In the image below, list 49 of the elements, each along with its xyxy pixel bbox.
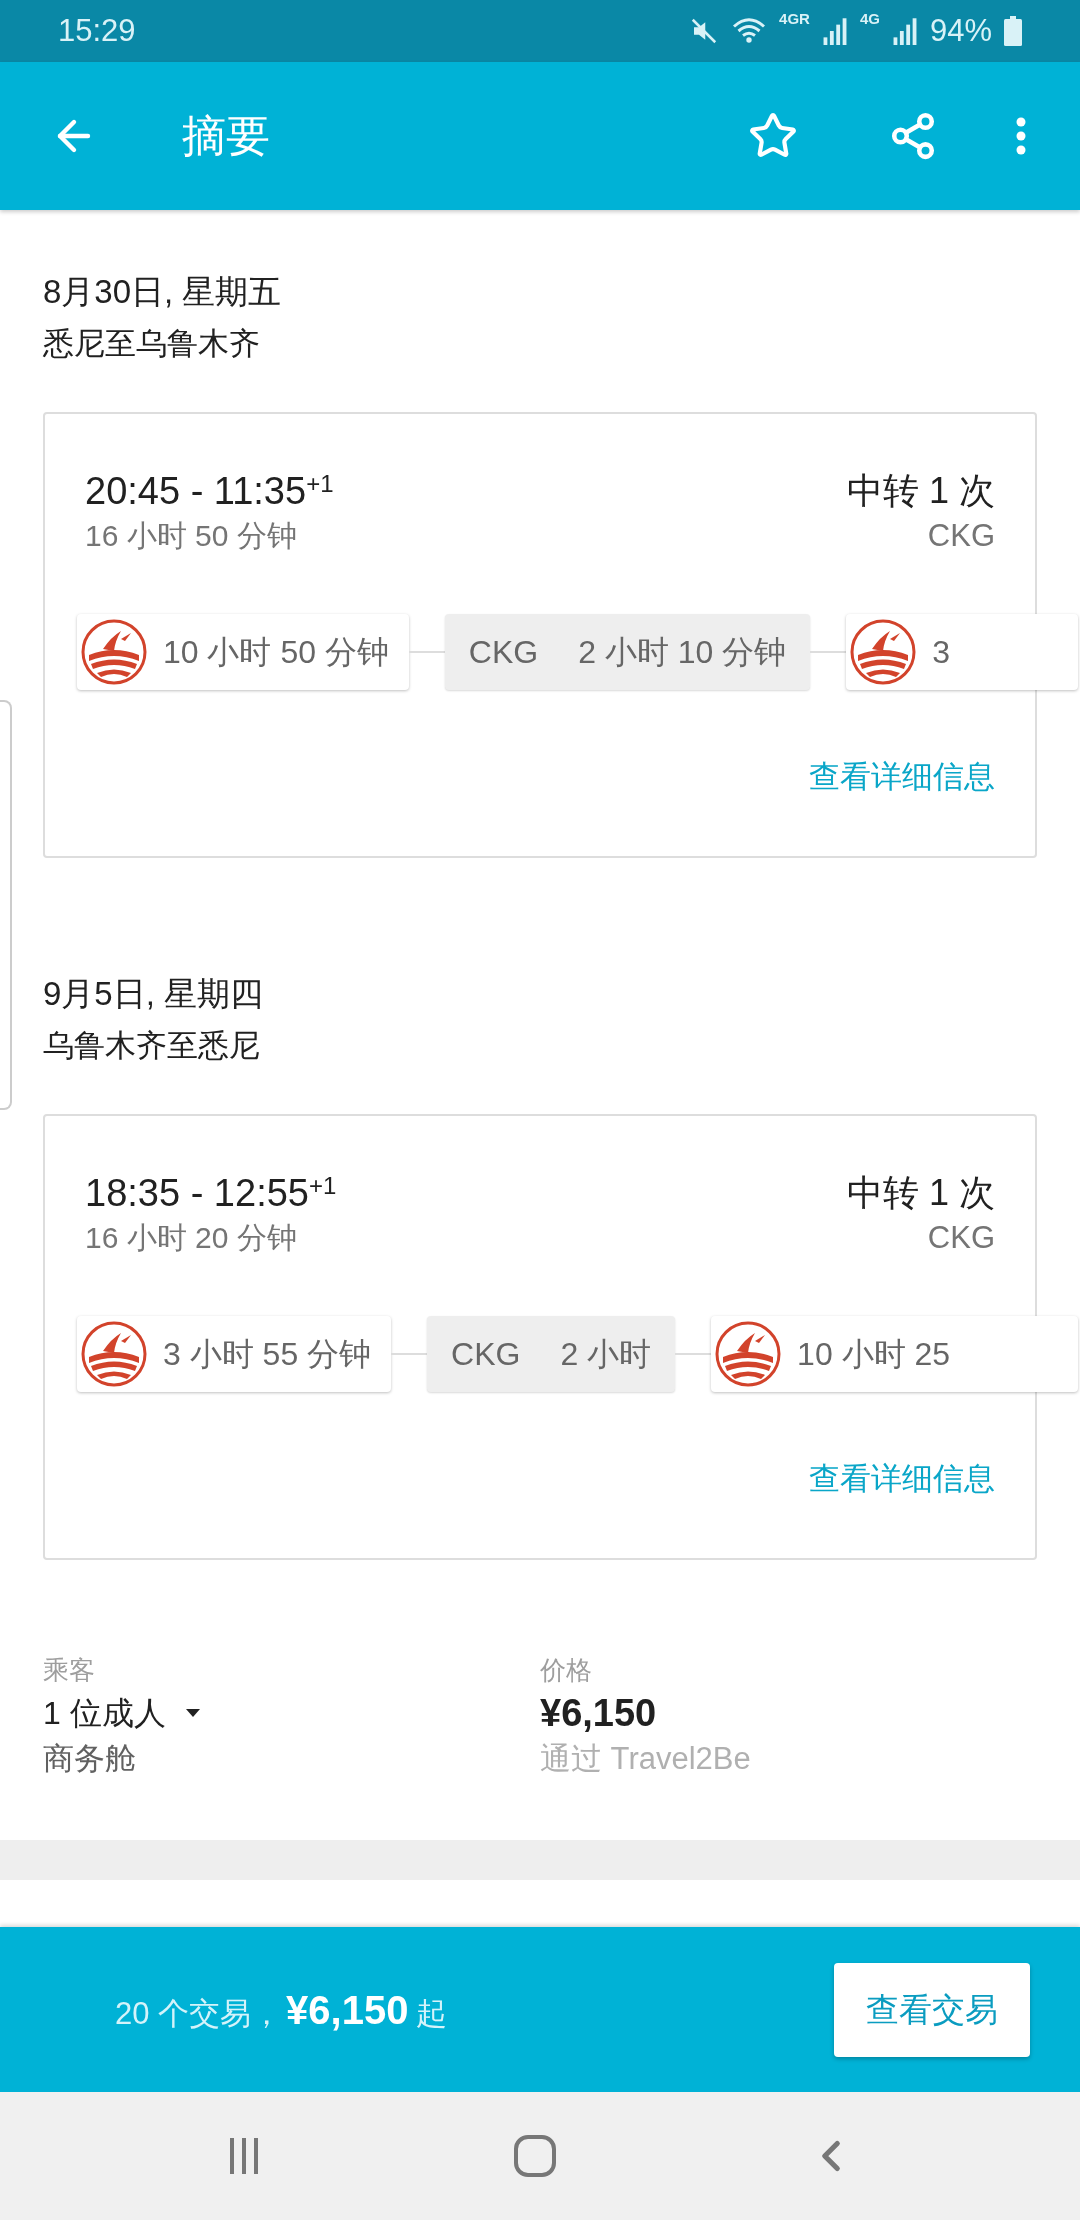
trip-date: 9月5日, 星期四	[43, 974, 265, 1014]
trip-route: 悉尼至乌鲁木齐	[43, 325, 261, 363]
total-duration: 16 小时 20 分钟	[85, 1220, 298, 1256]
passengers-dropdown[interactable]: 1 位成人	[43, 1690, 200, 1736]
segment-duration: 10 小时 50 分钟	[163, 633, 389, 672]
battery-percent: 94%	[929, 11, 992, 50]
segment-duration: 10 小时 25	[797, 1335, 951, 1374]
trip-date: 8月30日, 星期五	[43, 272, 283, 312]
price-label: 价格	[540, 1654, 593, 1687]
network-type: 4GR	[779, 8, 810, 29]
deals-count: 20 个交易，	[115, 1994, 283, 2033]
flight-times: 20:45 - 11:35$^{+1}$	[85, 469, 334, 514]
segment-duration: 3 小时 55 分钟	[163, 1335, 372, 1374]
price: ¥6,150	[540, 1691, 658, 1736]
more-icon	[1016, 117, 1026, 155]
stopover-airport: CKG	[927, 1219, 995, 1257]
layover-airport: CKG	[451, 1335, 521, 1374]
passengers-label: 乘客	[43, 1654, 96, 1687]
bird-logo-icon	[715, 1321, 782, 1387]
signal-icon	[821, 17, 848, 45]
stops-count: 中转 1 次	[846, 1171, 995, 1215]
cabin-class: 商务舱	[43, 1740, 137, 1778]
status-time: 15:29	[58, 11, 136, 50]
network-type: 4G	[859, 8, 880, 29]
stopover-airport: CKG	[927, 517, 995, 555]
view-details-link[interactable]: 查看详细信息	[809, 754, 995, 801]
segment-duration: 3	[932, 633, 951, 672]
layover-duration: 2 小时	[560, 1335, 652, 1374]
total-duration: 16 小时 50 分钟	[85, 518, 298, 554]
view-deals-button[interactable]: 查看交易	[834, 1962, 1030, 2057]
bird-logo-icon	[850, 619, 917, 685]
screen-title: 摘要	[182, 110, 270, 162]
home-icon[interactable]	[513, 2134, 557, 2178]
layover-airport: CKG	[468, 633, 539, 672]
drawer-handle[interactable]	[0, 700, 12, 1110]
booking-provider: 通过 Travel2Be	[540, 1740, 752, 1778]
dropdown-caret-icon	[185, 1709, 200, 1717]
deals-price-suffix: 起	[416, 1994, 448, 2033]
view-details-link[interactable]: 查看详细信息	[809, 1456, 995, 1503]
wifi-icon	[731, 16, 768, 46]
layover-duration: 2 小时 10 分钟	[578, 633, 787, 672]
flight-times: 18:35 - 12:55$^{+1}$	[85, 1171, 337, 1216]
trip-route: 乌鲁木齐至悉尼	[43, 1027, 261, 1065]
stops-count: 中转 1 次	[846, 469, 995, 513]
signal-icon	[891, 17, 918, 45]
deals-price: ¥6,150	[286, 1986, 409, 2034]
bird-logo-icon	[81, 619, 147, 685]
battery-icon	[1004, 16, 1022, 46]
bird-logo-icon	[81, 1321, 147, 1387]
